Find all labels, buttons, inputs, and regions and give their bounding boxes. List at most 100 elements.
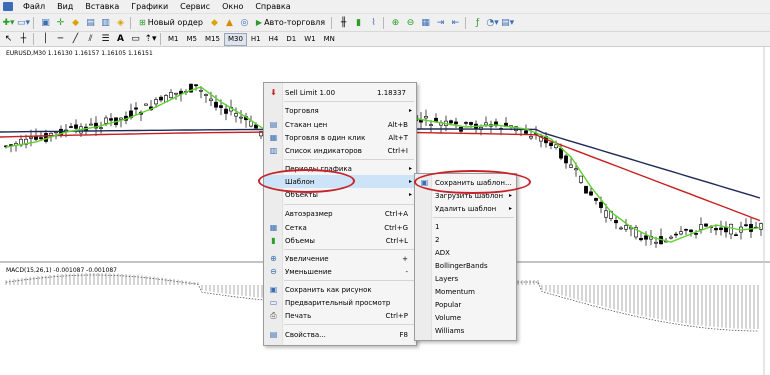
- candle-body: [69, 126, 73, 128]
- market-icon[interactable]: ▲: [223, 16, 236, 29]
- chart-context-menu: ⬇ Sell Limit 1.00 1.18337 Торговля ▸ ▤ С…: [263, 82, 417, 346]
- menu-item-volumes[interactable]: ▮ Объемы Ctrl+L: [264, 234, 416, 247]
- menu-item-shortcut: Ctrl+I: [387, 146, 408, 155]
- new-order-button[interactable]: ⊞ Новый ордер: [136, 16, 206, 29]
- chart-shift-icon[interactable]: ⇤: [449, 16, 462, 29]
- periods-icon[interactable]: ◔▾: [486, 16, 499, 29]
- signals-icon[interactable]: ◆: [208, 16, 221, 29]
- channel-icon[interactable]: ⫽: [84, 33, 97, 46]
- menu-item-depth-of-market[interactable]: ▤ Стакан цен Alt+B: [264, 118, 416, 131]
- candle-body: [644, 235, 648, 240]
- profiles-icon[interactable]: ▭▾: [17, 16, 30, 29]
- navigator-icon[interactable]: ◆: [69, 16, 82, 29]
- app-icon[interactable]: [3, 2, 13, 11]
- vps-icon[interactable]: ◎: [238, 16, 251, 29]
- cursor-icon[interactable]: ↖: [2, 33, 15, 46]
- menu-item-template-1[interactable]: 1: [415, 220, 516, 233]
- horizontal-line-icon[interactable]: ─: [54, 33, 67, 46]
- candle-body: [239, 116, 243, 119]
- menu-item-print-preview[interactable]: ▭ Предварительный просмотр: [264, 296, 416, 309]
- menu-file[interactable]: Файл: [17, 0, 51, 13]
- crosshair-icon[interactable]: ┼: [17, 33, 30, 46]
- menu-separator: [284, 324, 414, 325]
- candle-body: [44, 133, 48, 142]
- timeframe-w1[interactable]: W1: [300, 33, 319, 46]
- new-chart-icon[interactable]: ✚▾: [2, 16, 15, 29]
- menu-item-save-as-picture[interactable]: ▣ Сохранить как рисунок: [264, 283, 416, 296]
- menu-item-label: Автоэразмер: [285, 209, 333, 218]
- templates-icon[interactable]: ▤▾: [501, 16, 514, 29]
- menu-item-autoscale[interactable]: Автоэразмер Ctrl+A: [264, 207, 416, 220]
- indicators-icon[interactable]: ƒ: [471, 16, 484, 29]
- zoom-out-icon[interactable]: ⊖: [404, 16, 417, 29]
- menu-item-print[interactable]: ⎙ Печать Ctrl+P: [264, 309, 416, 322]
- tester-icon[interactable]: ▥: [99, 16, 112, 29]
- market-watch-icon[interactable]: ▣: [39, 16, 52, 29]
- menu-item-label: Сохранить как рисунок: [285, 285, 372, 294]
- text-icon[interactable]: A: [114, 33, 127, 46]
- menu-window[interactable]: Окно: [216, 0, 249, 13]
- menu-item-properties[interactable]: ▤ Свойства... F8: [264, 328, 416, 341]
- menu-item-label: Увеличение: [285, 254, 329, 263]
- trendline-icon[interactable]: ╱: [69, 33, 82, 46]
- line-chart-icon[interactable]: ⌇: [367, 16, 380, 29]
- candlestick-icon[interactable]: ▮: [352, 16, 365, 29]
- timeframe-h4[interactable]: H4: [265, 33, 283, 46]
- candle-body: [74, 124, 78, 129]
- vertical-line-icon[interactable]: │: [39, 33, 52, 46]
- menu-item-template-2[interactable]: 2: [415, 233, 516, 246]
- tile-windows-icon[interactable]: ▦: [419, 16, 432, 29]
- label-icon[interactable]: ▭: [129, 33, 142, 46]
- menu-item-grid[interactable]: ▦ Сетка Ctrl+G: [264, 221, 416, 234]
- candle-body: [749, 223, 753, 232]
- menu-item-template-williams[interactable]: Williams: [415, 324, 516, 337]
- data-window-icon[interactable]: ✛: [54, 16, 67, 29]
- menu-item-template-adx[interactable]: ADX: [415, 246, 516, 259]
- fibonacci-icon[interactable]: ☰: [99, 33, 112, 46]
- template-submenu: ▣ Сохранить шаблон... Загрузить шаблон ▸…: [414, 173, 517, 341]
- bar-chart-icon[interactable]: ╫: [337, 16, 350, 29]
- submenu-arrow-icon: ▸: [408, 178, 412, 185]
- menu-insert[interactable]: Вставка: [79, 0, 125, 13]
- menu-item-template-momentum[interactable]: Momentum: [415, 285, 516, 298]
- menu-charts[interactable]: Графики: [125, 0, 174, 13]
- print-icon: ⎙: [270, 310, 277, 320]
- depth-icon: ▤: [269, 120, 278, 129]
- timeframe-mn[interactable]: MN: [320, 33, 339, 46]
- candle-body: [454, 121, 458, 125]
- menu-item-indicator-list[interactable]: ▥ Список индикаторов Ctrl+I: [264, 144, 416, 157]
- code-editor-icon[interactable]: ◈: [114, 16, 127, 29]
- menu-item-zoom-out[interactable]: ⊖ Уменьшение -: [264, 265, 416, 278]
- timeframe-m5[interactable]: M5: [183, 33, 202, 46]
- timeframe-d1[interactable]: D1: [282, 33, 300, 46]
- menu-item-one-click-trading[interactable]: ▦ Торговля в один клик Alt+T: [264, 131, 416, 144]
- menu-item-zoom-in[interactable]: ⊕ Увеличение +: [264, 252, 416, 265]
- menu-view[interactable]: Вид: [51, 0, 79, 13]
- arrows-icon[interactable]: ⇡▾: [144, 33, 157, 46]
- volumes-icon: ▮: [271, 236, 276, 245]
- menu-item-shortcut: Ctrl+P: [385, 311, 408, 320]
- menu-tools[interactable]: Сервис: [174, 0, 216, 13]
- auto-trading-button[interactable]: ▶ Авто-торговля: [253, 16, 328, 29]
- timeframe-h1[interactable]: H1: [247, 33, 265, 46]
- menu-item-label: Williams: [435, 326, 465, 335]
- submenu-arrow-icon: ▸: [508, 192, 512, 199]
- toolbar-separator: [331, 16, 333, 29]
- menu-item-template-layers[interactable]: Layers: [415, 272, 516, 285]
- menu-item-template-popular[interactable]: Popular: [415, 298, 516, 311]
- menu-item-template-bollinger[interactable]: BollingerBands: [415, 259, 516, 272]
- save-picture-icon: ▣: [269, 285, 278, 294]
- autoscroll-icon[interactable]: ⇥: [434, 16, 447, 29]
- candle-body: [469, 122, 473, 125]
- highlight-ellipse-save-template: [414, 170, 531, 194]
- timeframe-m15[interactable]: M15: [201, 33, 224, 46]
- timeframe-m30[interactable]: M30: [223, 32, 247, 46]
- menu-item-template-volume[interactable]: Volume: [415, 311, 516, 324]
- menu-help[interactable]: Справка: [249, 0, 296, 13]
- menu-item-sell-limit[interactable]: ⬇ Sell Limit 1.00 1.18337: [264, 86, 416, 99]
- terminal-icon[interactable]: ▤: [84, 16, 97, 29]
- menu-item-delete-template[interactable]: Удалить шаблон ▸: [415, 202, 516, 215]
- menu-item-trading[interactable]: Торговля ▸: [264, 104, 416, 117]
- zoom-in-icon[interactable]: ⊕: [389, 16, 402, 29]
- timeframe-m1[interactable]: M1: [164, 33, 183, 46]
